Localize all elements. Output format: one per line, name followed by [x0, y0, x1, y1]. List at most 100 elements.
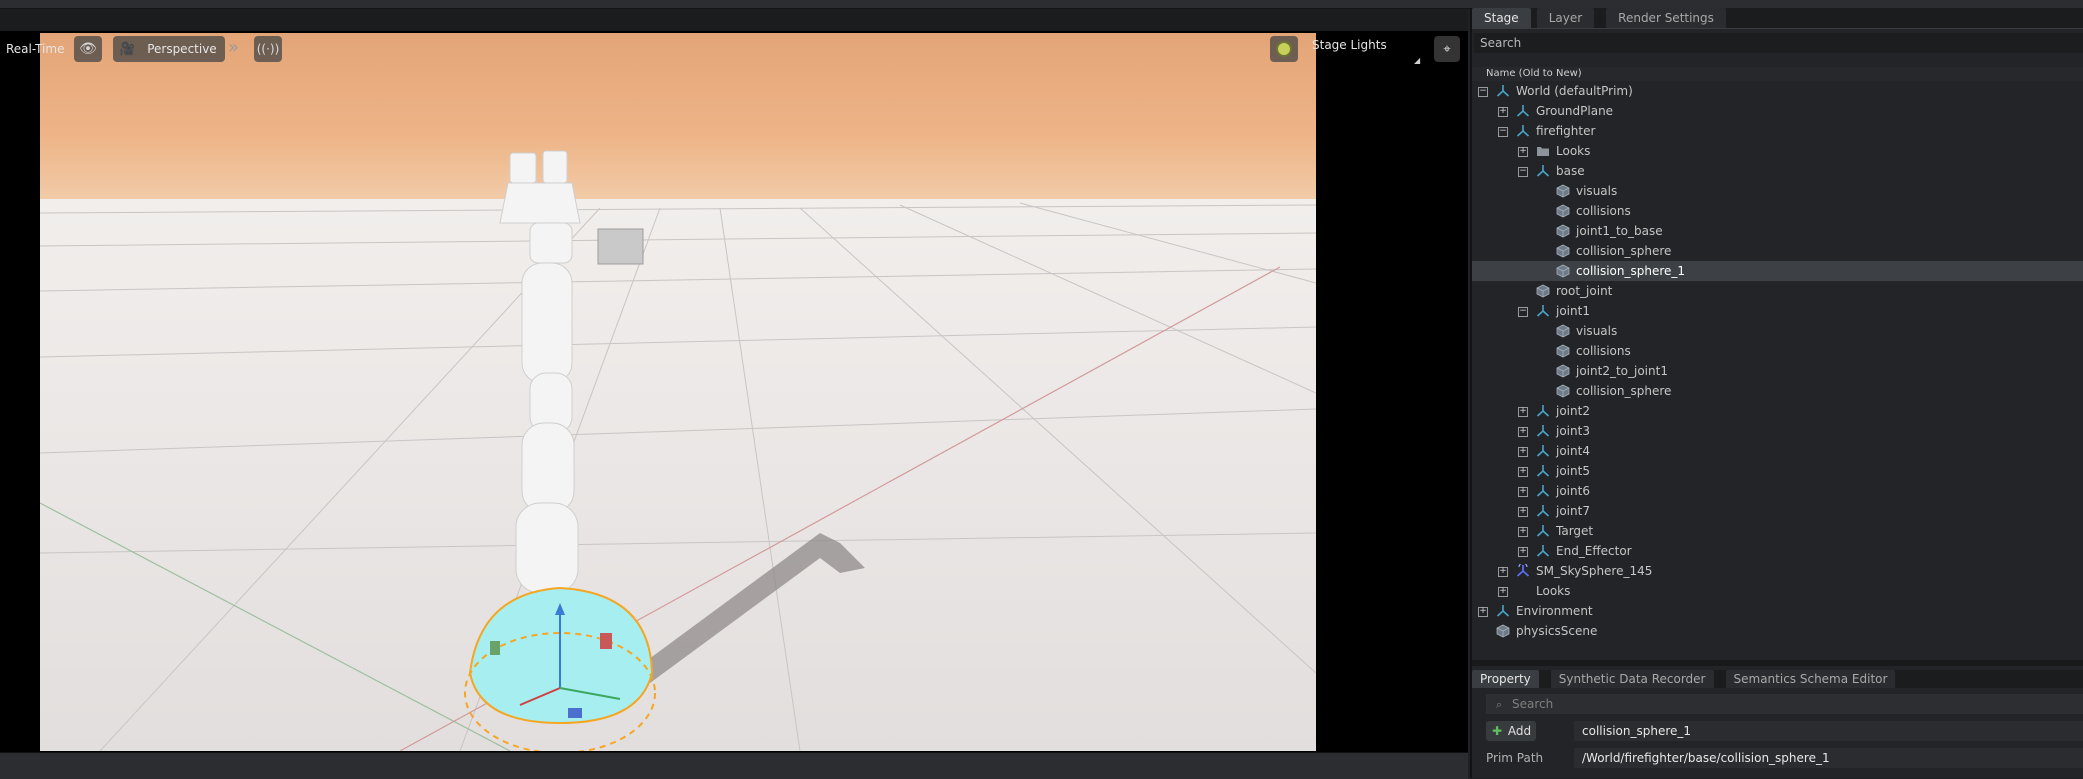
expand-icon[interactable]: + — [1518, 147, 1528, 157]
pin-icon: ⌖ — [1443, 41, 1451, 57]
tree-row[interactable]: collision_sphere — [1472, 381, 2083, 401]
tab-layer[interactable]: Layer — [1536, 8, 1595, 28]
tree-row[interactable]: + Target — [1472, 521, 2083, 541]
tree-row[interactable]: + joint4 — [1472, 441, 2083, 461]
tree-row[interactable]: joint1_to_base — [1472, 221, 2083, 241]
tree-row[interactable]: visuals — [1472, 181, 2083, 201]
viewport-3d[interactable] — [40, 33, 1316, 751]
camera-label: Perspective — [147, 42, 217, 56]
tree-row[interactable]: joint2_to_joint1 — [1472, 361, 2083, 381]
location-pin-button[interactable]: ⌖ — [1434, 36, 1460, 62]
tree-column-header[interactable]: Name (Old to New) — [1472, 67, 2083, 81]
xform-icon — [1536, 464, 1550, 478]
camera-icon: 🎥 — [119, 41, 136, 57]
collapse-icon[interactable]: − — [1518, 307, 1528, 317]
tree-row-label: collision_sphere_1 — [1576, 264, 1686, 278]
add-button[interactable]: ✚ Add — [1486, 721, 1536, 741]
expand-icon[interactable]: + — [1518, 527, 1528, 537]
tree-row[interactable]: − World (defaultPrim) — [1472, 81, 2083, 101]
viewport-top-strip — [0, 9, 1468, 31]
chevron-right-icon[interactable]: » — [228, 37, 239, 58]
xform-icon — [1496, 84, 1510, 98]
tree-row[interactable]: + joint6 — [1472, 481, 2083, 501]
tree-row[interactable]: physicsScene — [1472, 621, 2083, 641]
tree-row[interactable]: + Environment — [1472, 601, 2083, 621]
mesh-icon — [1556, 204, 1570, 218]
xform-icon — [1516, 124, 1530, 138]
prim-path-label: Prim Path — [1486, 751, 1544, 765]
stage-lights-label[interactable]: Stage Lights — [1312, 38, 1387, 52]
prim-path-field[interactable]: /World/firefighter/base/collision_sphere… — [1574, 748, 2083, 768]
collapse-icon[interactable]: − — [1478, 87, 1488, 97]
expand-icon[interactable]: + — [1518, 467, 1528, 477]
camera-select-button[interactable]: 🎥 Perspective — [113, 36, 225, 62]
tree-row[interactable]: collisions — [1472, 201, 2083, 221]
tab-property[interactable]: Property — [1472, 670, 1539, 688]
tab-stage[interactable]: Stage — [1472, 8, 1531, 28]
mesh-icon — [1556, 224, 1570, 238]
expand-icon[interactable]: + — [1518, 487, 1528, 497]
tree-row[interactable]: + Looks — [1472, 141, 2083, 161]
tree-row[interactable]: + joint3 — [1472, 421, 2083, 441]
expand-icon[interactable]: + — [1498, 567, 1508, 577]
lights-dropdown-icon[interactable]: ◢ — [1414, 56, 1420, 65]
tree-row[interactable]: + Looks — [1472, 581, 2083, 601]
expand-icon[interactable]: + — [1498, 587, 1508, 597]
tree-row[interactable]: collision_sphere — [1472, 241, 2083, 261]
tree-row-label: joint1 — [1556, 304, 1590, 318]
tree-row-label: SM_SkySphere_145 — [1536, 564, 1653, 578]
visibility-eye-button[interactable]: 👁 — [74, 36, 102, 62]
tab-synthetic-data-recorder[interactable]: Synthetic Data Recorder — [1550, 670, 1714, 688]
expand-icon[interactable]: + — [1518, 507, 1528, 517]
tree-row-label: firefighter — [1536, 124, 1596, 138]
tree-row[interactable]: − base — [1472, 161, 2083, 181]
expand-icon[interactable]: + — [1498, 107, 1508, 117]
tab-render-settings[interactable]: Render Settings — [1606, 8, 1726, 28]
tree-row[interactable]: + End_Effector — [1472, 541, 2083, 561]
panel-splitter[interactable] — [1472, 660, 2083, 666]
xform-icon — [1536, 424, 1550, 438]
tree-row[interactable]: − firefighter — [1472, 121, 2083, 141]
xform-icon — [1536, 484, 1550, 498]
plus-icon: ✚ — [1492, 724, 1503, 738]
status-bar — [0, 752, 1468, 779]
expand-icon[interactable]: + — [1518, 427, 1528, 437]
tree-row-label: collisions — [1576, 344, 1631, 358]
prim-name-field[interactable]: collision_sphere_1 — [1574, 721, 2083, 741]
tree-row[interactable]: + GroundPlane — [1472, 101, 2083, 121]
tree-row-label: joint2 — [1556, 404, 1590, 418]
search-icon: ⌕ — [1496, 698, 1503, 711]
tree-row[interactable]: visuals — [1472, 321, 2083, 341]
audio-wave-button[interactable]: ((·)) — [254, 36, 282, 62]
tree-row[interactable]: + SM_SkySphere_145 — [1472, 561, 2083, 581]
property-search-placeholder: Search — [1512, 697, 1554, 711]
stage-property-panel: Stage Layer Render Settings Search Name … — [1470, 8, 2083, 778]
tree-row-label: joint1_to_base — [1576, 224, 1663, 238]
add-label: Add — [1507, 724, 1532, 738]
expand-icon[interactable]: + — [1518, 547, 1528, 557]
expand-icon[interactable]: + — [1518, 447, 1528, 457]
realtime-mode[interactable]: Real-Time — [0, 36, 70, 62]
tree-row[interactable]: − joint1 — [1472, 301, 2083, 321]
sun-icon — [1278, 43, 1290, 55]
tab-semantics-schema-editor[interactable]: Semantics Schema Editor — [1725, 670, 1896, 688]
tree-row[interactable]: root_joint — [1472, 281, 2083, 301]
stage-search-input[interactable]: Search — [1474, 33, 2083, 53]
expand-icon[interactable]: + — [1518, 407, 1528, 417]
tree-row[interactable]: collisions — [1472, 341, 2083, 361]
tree-row[interactable]: collision_sphere_1 — [1472, 261, 2083, 281]
tree-row-label: End_Effector — [1556, 544, 1632, 558]
lights-button[interactable] — [1270, 36, 1298, 62]
tree-row-label: joint5 — [1556, 464, 1590, 478]
tree-row[interactable]: + joint7 — [1472, 501, 2083, 521]
tree-row[interactable]: + joint2 — [1472, 401, 2083, 421]
expand-icon[interactable]: + — [1478, 607, 1488, 617]
tree-row[interactable]: + joint5 — [1472, 461, 2083, 481]
collapse-icon[interactable]: − — [1498, 127, 1508, 137]
collapse-icon[interactable]: − — [1518, 167, 1528, 177]
tree-row-label: base — [1556, 164, 1585, 178]
property-search-input[interactable]: ⌕ Search — [1486, 694, 2083, 714]
signal-icon: ((·)) — [256, 42, 280, 56]
tree-row-label: collision_sphere — [1576, 244, 1672, 258]
tree-row-label: GroundPlane — [1536, 104, 1614, 118]
